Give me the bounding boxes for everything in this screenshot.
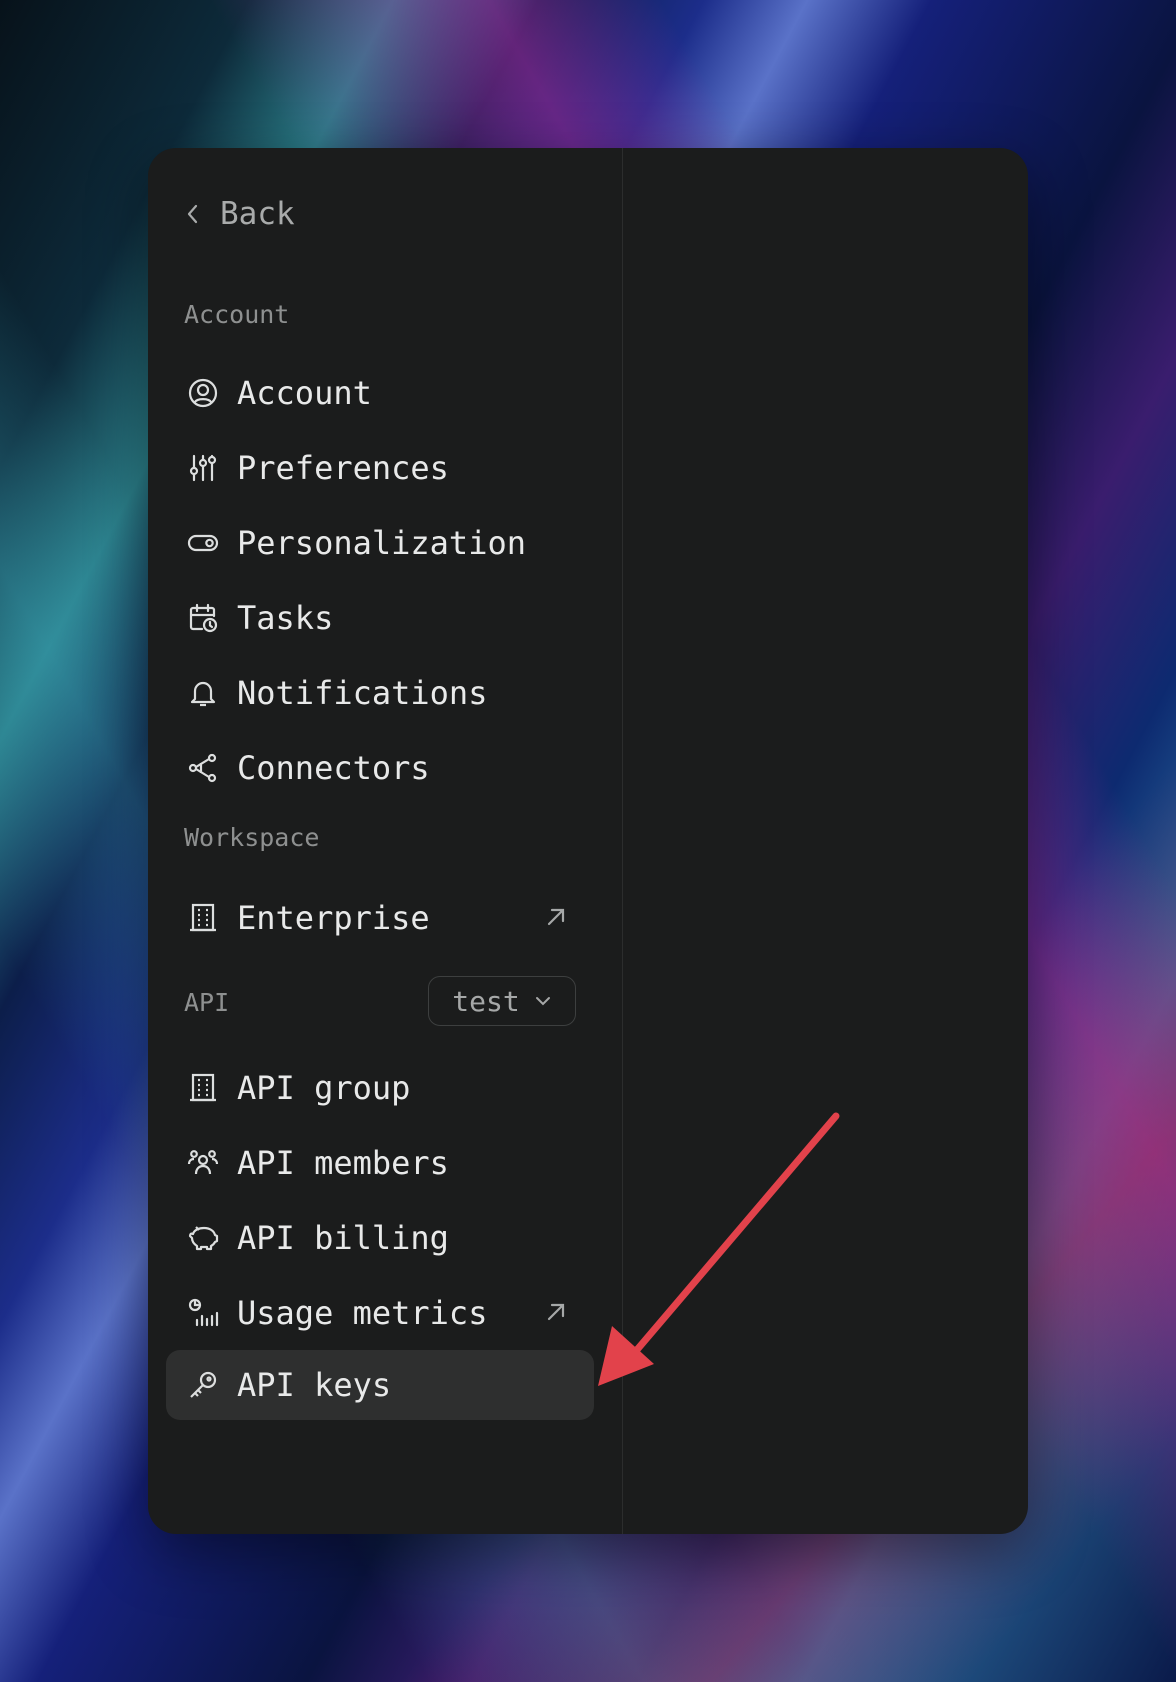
user-circle-icon — [186, 376, 220, 410]
sidebar-item-account[interactable]: Account — [166, 358, 594, 428]
sidebar-item-label: Account — [237, 374, 372, 412]
external-link-icon — [547, 1303, 565, 1321]
chart-bars-icon — [186, 1296, 220, 1330]
sidebar-item-preferences[interactable]: Preferences — [166, 433, 594, 503]
section-label-workspace: Workspace — [184, 823, 320, 852]
back-button[interactable]: Back — [184, 192, 295, 236]
sidebar-item-label: API keys — [237, 1366, 392, 1404]
sidebar-item-label: Personalization — [237, 524, 526, 562]
sidebar-item-api-billing[interactable]: API billing — [166, 1203, 594, 1273]
users-icon — [186, 1146, 220, 1180]
back-label: Back — [220, 196, 295, 232]
sidebar-item-api-members[interactable]: API members — [166, 1128, 594, 1198]
external-link-icon — [547, 908, 565, 926]
panel-divider — [622, 148, 623, 1534]
building-icon — [186, 901, 220, 935]
api-project-select[interactable]: test — [428, 976, 576, 1026]
sidebar-item-label: Connectors — [237, 749, 430, 787]
building-icon — [186, 1071, 220, 1105]
sidebar-item-label: Enterprise — [237, 899, 430, 937]
sidebar-item-usage-metrics[interactable]: Usage metrics — [166, 1278, 594, 1348]
sidebar-item-label: Preferences — [237, 449, 449, 487]
sidebar-item-label: API members — [237, 1144, 449, 1182]
chevron-left-icon — [187, 204, 198, 224]
section-label-account: Account — [184, 300, 290, 329]
sidebar-item-label: API billing — [237, 1219, 449, 1257]
sidebar-item-api-keys[interactable]: API keys — [166, 1350, 594, 1420]
share-nodes-icon — [186, 751, 220, 785]
sidebar-item-api-group[interactable]: API group — [166, 1053, 594, 1123]
sliders-icon — [186, 451, 220, 485]
toggle-icon — [186, 526, 220, 560]
sidebar-item-label: API group — [237, 1069, 411, 1107]
sidebar-item-connectors[interactable]: Connectors — [166, 733, 594, 803]
sidebar-item-label: Tasks — [237, 599, 334, 637]
sidebar-item-personalization[interactable]: Personalization — [166, 508, 594, 578]
key-icon — [186, 1368, 220, 1402]
chevron-down-icon — [535, 997, 550, 1006]
settings-panel: Back Account Account Preferences Persona… — [148, 148, 1028, 1534]
bell-icon — [186, 676, 220, 710]
piggy-bank-icon — [186, 1221, 220, 1255]
settings-sidebar: Back Account Account Preferences Persona… — [148, 148, 622, 1534]
calendar-clock-icon — [186, 601, 220, 635]
sidebar-item-label: Notifications — [237, 674, 488, 712]
sidebar-item-enterprise[interactable]: Enterprise — [166, 883, 594, 953]
sidebar-item-tasks[interactable]: Tasks — [166, 583, 594, 653]
sidebar-item-notifications[interactable]: Notifications — [166, 658, 594, 728]
section-label-api: API — [184, 988, 230, 1017]
sidebar-item-label: Usage metrics — [237, 1294, 488, 1332]
api-project-value: test — [452, 984, 520, 1018]
